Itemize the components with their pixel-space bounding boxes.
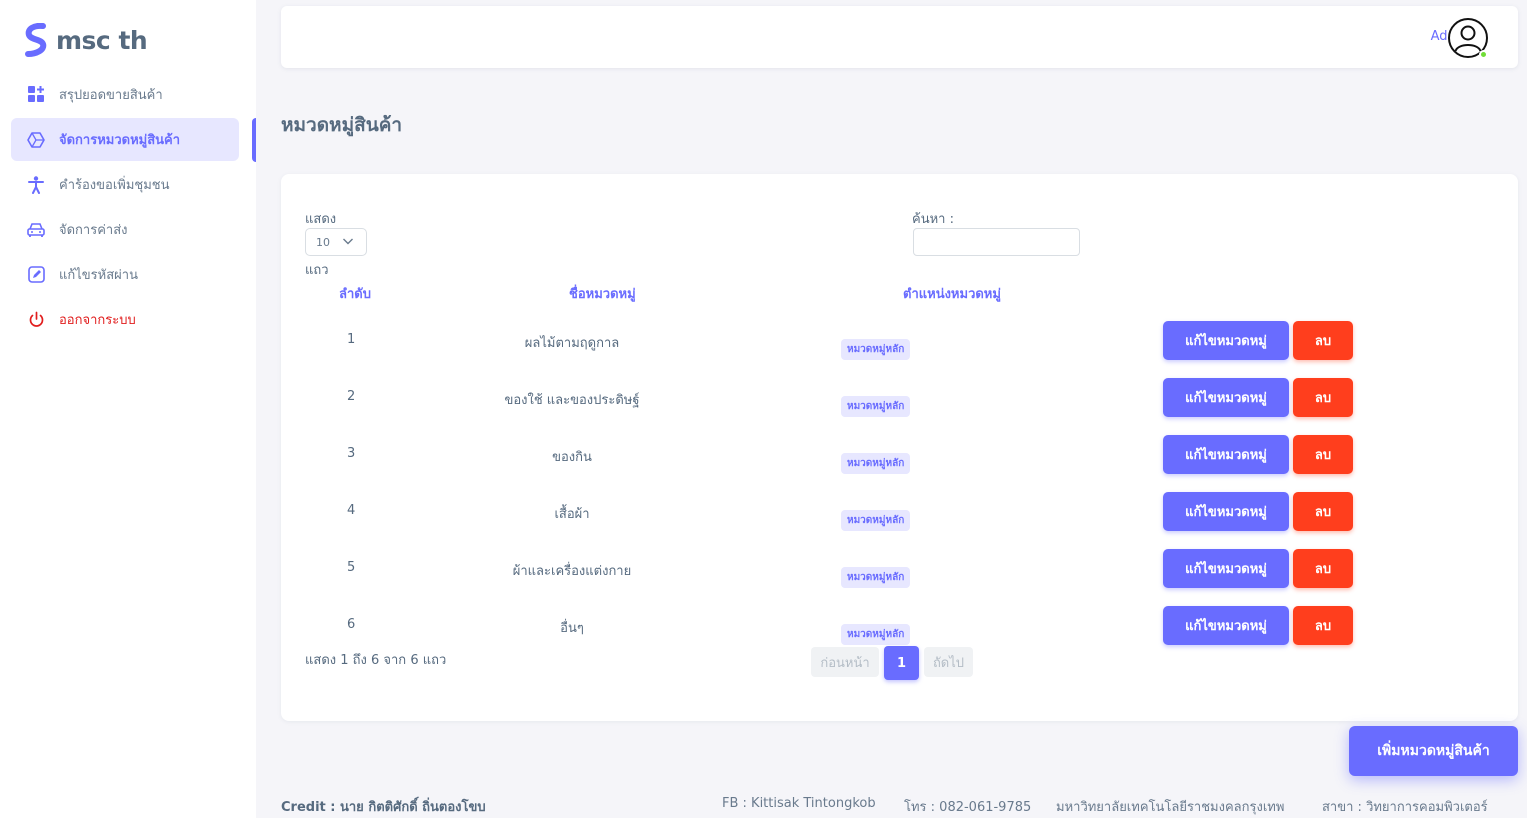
page-length-value: 10 xyxy=(316,235,330,249)
page-title: หมวดหมู่สินค้า xyxy=(281,114,403,136)
hexagon-icon xyxy=(27,131,45,149)
delete-category-button[interactable]: ลบ xyxy=(1293,378,1353,417)
row-number: 5 xyxy=(347,560,356,575)
table-row: 2 ของใช้ และของประดิษฐ์ หมวดหมู่หลัก แก้… xyxy=(281,378,1518,438)
sidebar-item-label: คำร้องขอเพิ่มชุมชน xyxy=(59,178,170,193)
pagination-prev[interactable]: ก่อนหน้า xyxy=(811,647,879,677)
position-badge: หมวดหมู่หลัก xyxy=(841,396,911,417)
category-name: อื่นๆ xyxy=(560,621,584,636)
power-icon xyxy=(27,311,45,329)
category-name: เสื้อผ้า xyxy=(554,507,590,522)
sidebar-item-shipping-fees[interactable]: จัดการค่าส่ง xyxy=(11,208,239,251)
edit-category-button[interactable]: แก้ไขหมวดหมู่ xyxy=(1163,378,1289,417)
footer-facebook[interactable]: FB : Kittisak Tintongkob xyxy=(722,796,876,811)
category-table-card: แสดง 10 แถว ค้นหา : ลำดับ ชื่อหมวดหมู่ ต… xyxy=(281,174,1518,721)
delete-category-button[interactable]: ลบ xyxy=(1293,435,1353,474)
delete-category-button[interactable]: ลบ xyxy=(1293,606,1353,645)
category-name: ผ้าและเครื่องแต่งกาย xyxy=(512,564,632,579)
table-row: 4 เสื้อผ้า หมวดหมู่หลัก แก้ไขหมวดหมู่ ลบ xyxy=(281,492,1518,552)
edit-icon xyxy=(27,266,45,284)
row-number: 1 xyxy=(347,332,356,347)
footer-university: มหาวิทยาลัยเทคโนโลยีราชมงคลกรุงเทพ xyxy=(1056,800,1285,815)
column-header-name[interactable]: ชื่อหมวดหมู่ xyxy=(569,283,636,304)
delete-category-button[interactable]: ลบ xyxy=(1293,321,1353,360)
category-name: ของกิน xyxy=(552,450,592,465)
chevron-down-icon xyxy=(343,238,353,245)
column-header-position[interactable]: ตำแหน่งหมวดหมู่ xyxy=(903,283,1001,304)
footer-phone: โทร : 082-061-9785 xyxy=(904,800,1032,815)
delete-category-button[interactable]: ลบ xyxy=(1293,549,1353,588)
pagination-next[interactable]: ถัดไป xyxy=(924,647,973,677)
top-navbar: Admin xyxy=(281,6,1518,68)
sidebar-menu: สรุปยอดขายสินค้า จัดการหมวดหมู่สินค้า คำ… xyxy=(0,73,256,343)
length-label: แสดง xyxy=(305,212,337,227)
table-info: แสดง 1 ถึง 6 จาก 6 แถว xyxy=(305,653,447,668)
pagination-page-1[interactable]: 1 xyxy=(884,646,919,680)
sidebar-item-label: จัดการค่าส่ง xyxy=(59,223,128,238)
footer-branch: สาขา : วิทยาการคอมพิวเตอร์ xyxy=(1322,800,1488,815)
s-logo-icon xyxy=(25,23,47,57)
position-badge: หมวดหมู่หลัก xyxy=(841,567,911,588)
edit-category-button[interactable]: แก้ไขหมวดหมู่ xyxy=(1163,549,1289,588)
edit-category-button[interactable]: แก้ไขหมวดหมู่ xyxy=(1163,606,1289,645)
column-header-no[interactable]: ลำดับ xyxy=(339,283,371,304)
position-badge: หมวดหมู่หลัก xyxy=(841,453,911,474)
online-status-dot xyxy=(1479,50,1488,59)
search-input[interactable] xyxy=(913,228,1080,256)
length-suffix: แถว xyxy=(305,263,329,278)
category-name: ผลไม้ตามฤดูกาล xyxy=(524,336,620,351)
row-number: 6 xyxy=(347,617,356,632)
active-indicator xyxy=(252,118,256,162)
edit-category-button[interactable]: แก้ไขหมวดหมู่ xyxy=(1163,435,1289,474)
position-badge: หมวดหมู่หลัก xyxy=(841,510,911,531)
page-length-select[interactable]: 10 xyxy=(305,228,367,256)
person-icon xyxy=(27,175,45,194)
table-row: 1 ผลไม้ตามฤดูกาล หมวดหมู่หลัก แก้ไขหมวดห… xyxy=(281,321,1518,381)
sidebar: msc th สรุปยอดขายสินค้า จัดการหมวดหมู่สิ… xyxy=(0,0,256,818)
row-number: 3 xyxy=(347,446,356,461)
sidebar-item-sales-summary[interactable]: สรุปยอดขายสินค้า xyxy=(11,73,239,116)
dashboard-icon xyxy=(27,86,45,104)
delete-category-button[interactable]: ลบ xyxy=(1293,492,1353,531)
sidebar-item-logout[interactable]: ออกจากระบบ xyxy=(11,298,239,341)
row-number: 4 xyxy=(347,503,356,518)
edit-category-button[interactable]: แก้ไขหมวดหมู่ xyxy=(1163,492,1289,531)
sidebar-item-community-requests[interactable]: คำร้องขอเพิ่มชุมชน xyxy=(11,163,239,206)
sidebar-item-label: ออกจากระบบ xyxy=(59,313,136,328)
search-label: ค้นหา : xyxy=(912,212,954,227)
sidebar-item-manage-categories[interactable]: จัดการหมวดหมู่สินค้า xyxy=(11,118,239,161)
add-category-button[interactable]: เพิ่มหมวดหมู่สินค้า xyxy=(1349,726,1518,776)
car-icon xyxy=(27,221,45,239)
sidebar-item-change-password[interactable]: แก้ไขรหัสผ่าน xyxy=(11,253,239,296)
sidebar-item-label: แก้ไขรหัสผ่าน xyxy=(59,268,138,283)
position-badge: หมวดหมู่หลัก xyxy=(841,624,911,645)
sidebar-item-label: จัดการหมวดหมู่สินค้า xyxy=(59,133,181,148)
table-row: 5 ผ้าและเครื่องแต่งกาย หมวดหมู่หลัก แก้ไ… xyxy=(281,549,1518,609)
position-badge: หมวดหมู่หลัก xyxy=(841,339,911,360)
footer-credit: Credit : นาย กิตติศักดิ์ ถิ่นตองโขบ xyxy=(281,800,486,815)
category-name: ของใช้ และของประดิษฐ์ xyxy=(504,393,640,408)
row-number: 2 xyxy=(347,389,356,404)
brand-name: msc th xyxy=(56,25,148,55)
table-row: 3 ของกิน หมวดหมู่หลัก แก้ไขหมวดหมู่ ลบ xyxy=(281,435,1518,495)
brand[interactable]: msc th xyxy=(24,22,148,58)
edit-category-button[interactable]: แก้ไขหมวดหมู่ xyxy=(1163,321,1289,360)
sidebar-item-label: สรุปยอดขายสินค้า xyxy=(59,88,163,103)
